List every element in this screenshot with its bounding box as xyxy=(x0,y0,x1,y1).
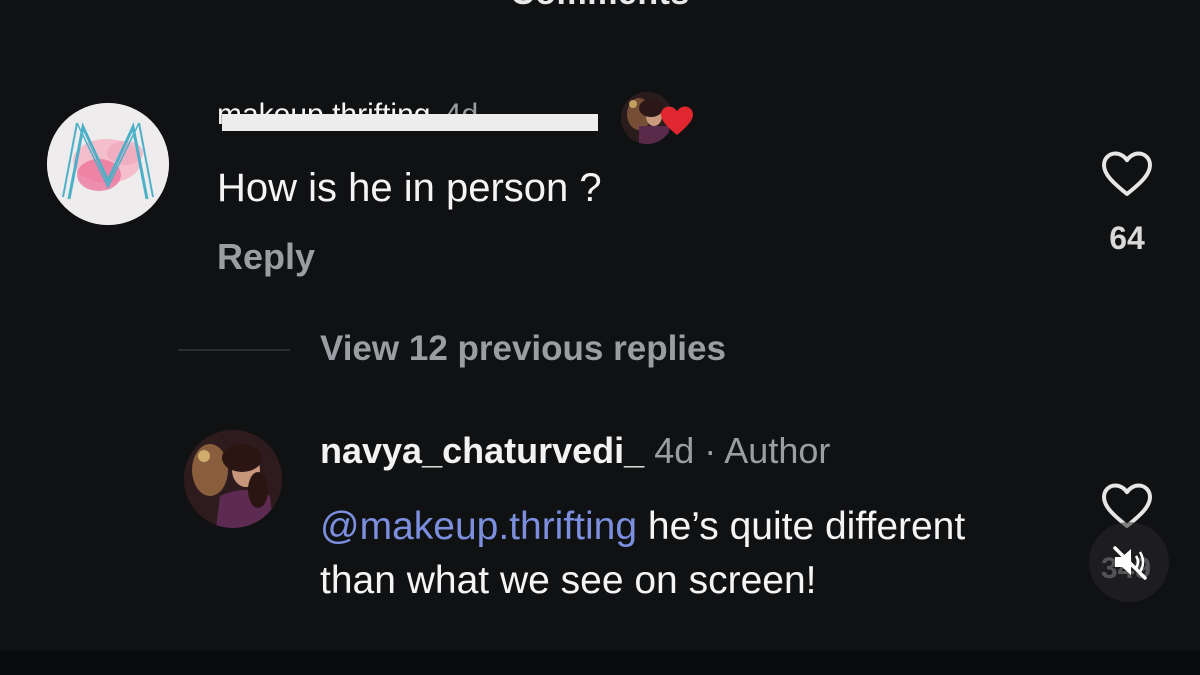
mention-link[interactable]: @makeup.thrifting xyxy=(320,505,637,548)
like-count: 64 xyxy=(1109,220,1145,256)
view-previous-replies-button[interactable]: View 12 previous replies xyxy=(320,329,726,369)
mute-button[interactable] xyxy=(1089,522,1169,602)
reply-meta: navya_chaturvedi_ 4d · Author xyxy=(320,430,830,472)
meta-separator: · xyxy=(704,430,717,471)
avatar-logo-icon xyxy=(47,103,169,225)
comment-text: How is he in person ? xyxy=(217,166,602,210)
replies-divider xyxy=(178,349,290,351)
author-badge: Author xyxy=(724,430,831,471)
avatar[interactable] xyxy=(47,103,169,225)
heart-filled-icon xyxy=(661,106,693,135)
reply-username[interactable]: navya_chaturvedi_ xyxy=(320,430,644,471)
reply-time: 4d xyxy=(654,430,695,471)
comments-screen: Comments makeup.thrifting 4d How xyxy=(0,0,1200,675)
heart-outline-icon[interactable] xyxy=(1100,150,1154,198)
speaker-muted-icon xyxy=(1113,546,1147,580)
reply-button[interactable]: Reply xyxy=(217,236,315,278)
avatar[interactable] xyxy=(184,430,282,528)
redaction-bar xyxy=(222,114,598,131)
reply-text: @makeup.thrifting he’s quite different t… xyxy=(320,500,1040,608)
bottom-bar xyxy=(0,650,1200,675)
page-title: Comments xyxy=(0,0,1200,13)
author-photo-icon xyxy=(184,430,282,528)
